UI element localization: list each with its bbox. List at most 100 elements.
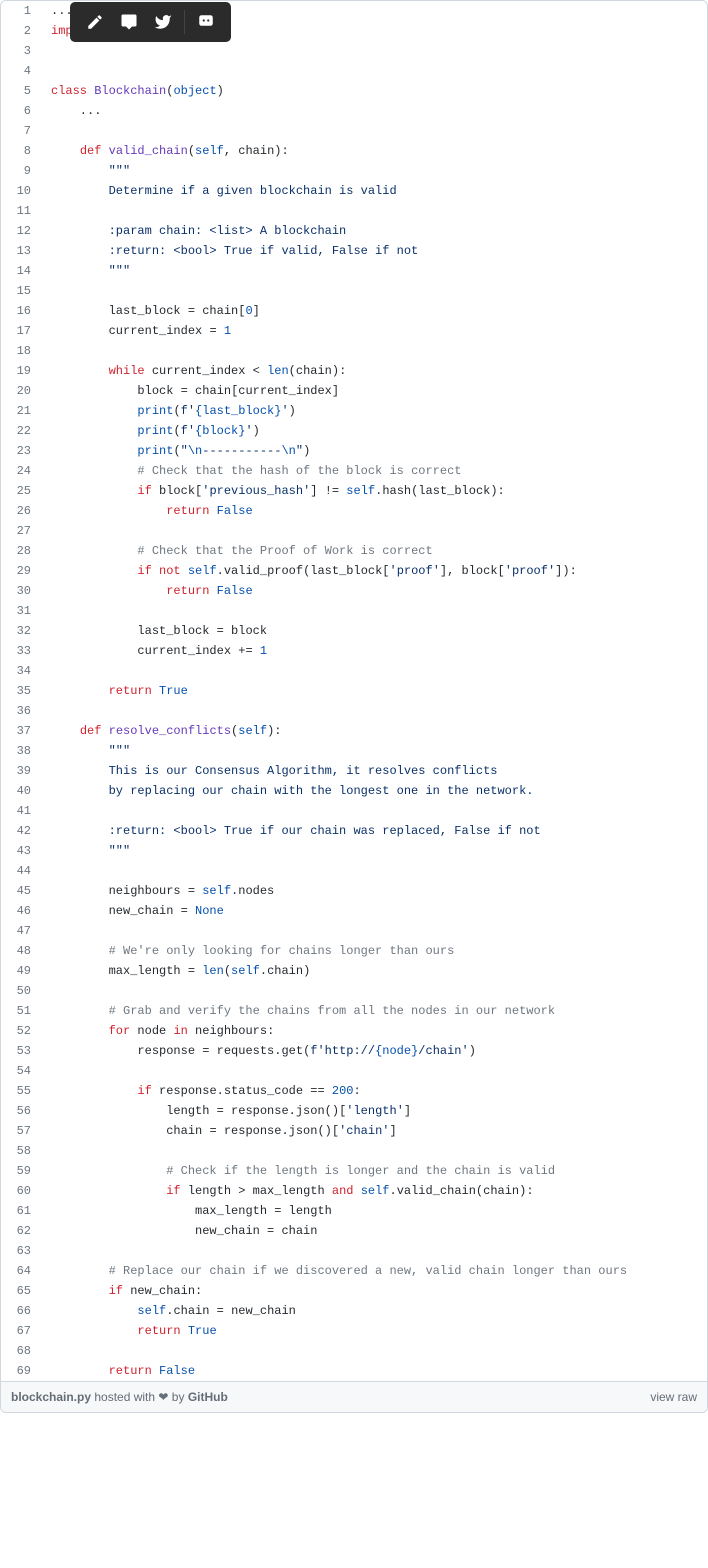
line-code[interactable]: """ — [41, 261, 707, 281]
line-code[interactable]: max_length = length — [41, 1201, 707, 1221]
line-code[interactable]: :return: <bool> True if valid, False if … — [41, 241, 707, 261]
line-number[interactable]: 7 — [1, 121, 41, 141]
line-number[interactable]: 8 — [1, 141, 41, 161]
line-number[interactable]: 12 — [1, 221, 41, 241]
line-number[interactable]: 56 — [1, 1101, 41, 1121]
line-number[interactable]: 41 — [1, 801, 41, 821]
line-number[interactable]: 50 — [1, 981, 41, 1001]
line-number[interactable]: 9 — [1, 161, 41, 181]
line-number[interactable]: 37 — [1, 721, 41, 741]
line-number[interactable]: 62 — [1, 1221, 41, 1241]
github-link[interactable]: GitHub — [188, 1390, 228, 1404]
feedback-button[interactable] — [189, 2, 223, 42]
line-code[interactable]: :param chain: <list> A blockchain — [41, 221, 707, 241]
line-code[interactable] — [41, 861, 707, 881]
line-number[interactable]: 11 — [1, 201, 41, 221]
line-code[interactable]: def valid_chain(self, chain): — [41, 141, 707, 161]
line-number[interactable]: 63 — [1, 1241, 41, 1261]
line-code[interactable]: class Blockchain(object) — [41, 81, 707, 101]
line-number[interactable]: 29 — [1, 561, 41, 581]
line-code[interactable]: def resolve_conflicts(self): — [41, 721, 707, 741]
line-code[interactable]: print(f'{last_block}') — [41, 401, 707, 421]
line-code[interactable] — [41, 1141, 707, 1161]
line-number[interactable]: 6 — [1, 101, 41, 121]
line-code[interactable]: neighbours = self.nodes — [41, 881, 707, 901]
line-code[interactable] — [41, 661, 707, 681]
line-number[interactable]: 17 — [1, 321, 41, 341]
line-code[interactable]: # We're only looking for chains longer t… — [41, 941, 707, 961]
line-number[interactable]: 60 — [1, 1181, 41, 1201]
line-number[interactable]: 53 — [1, 1041, 41, 1061]
line-number[interactable]: 18 — [1, 341, 41, 361]
line-code[interactable]: return True — [41, 1321, 707, 1341]
line-code[interactable]: Determine if a given blockchain is valid — [41, 181, 707, 201]
line-code[interactable]: last_block = chain[0] — [41, 301, 707, 321]
filename-link[interactable]: blockchain.py — [11, 1390, 91, 1404]
line-code[interactable]: :return: <bool> True if our chain was re… — [41, 821, 707, 841]
line-number[interactable]: 26 — [1, 501, 41, 521]
line-number[interactable]: 5 — [1, 81, 41, 101]
line-number[interactable]: 65 — [1, 1281, 41, 1301]
line-code[interactable]: print("\n-----------\n") — [41, 441, 707, 461]
line-code[interactable]: # Check that the Proof of Work is correc… — [41, 541, 707, 561]
line-number[interactable]: 27 — [1, 521, 41, 541]
line-number[interactable]: 10 — [1, 181, 41, 201]
line-number[interactable]: 2 — [1, 21, 41, 41]
line-code[interactable] — [41, 1341, 707, 1361]
line-code[interactable]: max_length = len(self.chain) — [41, 961, 707, 981]
line-number[interactable]: 45 — [1, 881, 41, 901]
line-code[interactable]: if response.status_code == 200: — [41, 1081, 707, 1101]
line-code[interactable]: if not self.valid_proof(last_block['proo… — [41, 561, 707, 581]
line-number[interactable]: 39 — [1, 761, 41, 781]
line-number[interactable]: 44 — [1, 861, 41, 881]
line-code[interactable]: for node in neighbours: — [41, 1021, 707, 1041]
line-number[interactable]: 33 — [1, 641, 41, 661]
line-number[interactable]: 46 — [1, 901, 41, 921]
line-number[interactable]: 47 — [1, 921, 41, 941]
line-code[interactable]: response = requests.get(f'http://{node}/… — [41, 1041, 707, 1061]
line-number[interactable]: 54 — [1, 1061, 41, 1081]
line-code[interactable]: print(f'{block}') — [41, 421, 707, 441]
line-code[interactable]: last_block = block — [41, 621, 707, 641]
line-code[interactable]: return False — [41, 501, 707, 521]
line-number[interactable]: 66 — [1, 1301, 41, 1321]
line-number[interactable]: 57 — [1, 1121, 41, 1141]
line-code[interactable]: ... — [41, 101, 707, 121]
line-number[interactable]: 4 — [1, 61, 41, 81]
line-number[interactable]: 30 — [1, 581, 41, 601]
line-number[interactable]: 32 — [1, 621, 41, 641]
line-code[interactable]: by replacing our chain with the longest … — [41, 781, 707, 801]
line-code[interactable] — [41, 921, 707, 941]
line-number[interactable]: 28 — [1, 541, 41, 561]
edit-button[interactable] — [78, 2, 112, 42]
line-number[interactable]: 52 — [1, 1021, 41, 1041]
line-code[interactable]: new_chain = chain — [41, 1221, 707, 1241]
line-code[interactable] — [41, 341, 707, 361]
line-code[interactable]: # Replace our chain if we discovered a n… — [41, 1261, 707, 1281]
line-code[interactable] — [41, 1241, 707, 1261]
line-number[interactable]: 48 — [1, 941, 41, 961]
line-code[interactable]: # Grab and verify the chains from all th… — [41, 1001, 707, 1021]
line-code[interactable] — [41, 1061, 707, 1081]
line-code[interactable]: while current_index < len(chain): — [41, 361, 707, 381]
twitter-button[interactable] — [146, 2, 180, 42]
line-number[interactable]: 24 — [1, 461, 41, 481]
line-code[interactable]: new_chain = None — [41, 901, 707, 921]
line-code[interactable]: This is our Consensus Algorithm, it reso… — [41, 761, 707, 781]
line-code[interactable] — [41, 201, 707, 221]
line-code[interactable] — [41, 281, 707, 301]
line-number[interactable]: 58 — [1, 1141, 41, 1161]
line-number[interactable]: 67 — [1, 1321, 41, 1341]
line-number[interactable]: 34 — [1, 661, 41, 681]
line-number[interactable]: 35 — [1, 681, 41, 701]
line-number[interactable]: 40 — [1, 781, 41, 801]
line-number[interactable]: 61 — [1, 1201, 41, 1221]
line-code[interactable]: """ — [41, 161, 707, 181]
line-number[interactable]: 42 — [1, 821, 41, 841]
line-code[interactable]: """ — [41, 741, 707, 761]
line-code[interactable]: if length > max_length and self.valid_ch… — [41, 1181, 707, 1201]
line-code[interactable]: current_index += 1 — [41, 641, 707, 661]
line-code[interactable]: # Check that the hash of the block is co… — [41, 461, 707, 481]
line-number[interactable]: 25 — [1, 481, 41, 501]
line-number[interactable]: 51 — [1, 1001, 41, 1021]
